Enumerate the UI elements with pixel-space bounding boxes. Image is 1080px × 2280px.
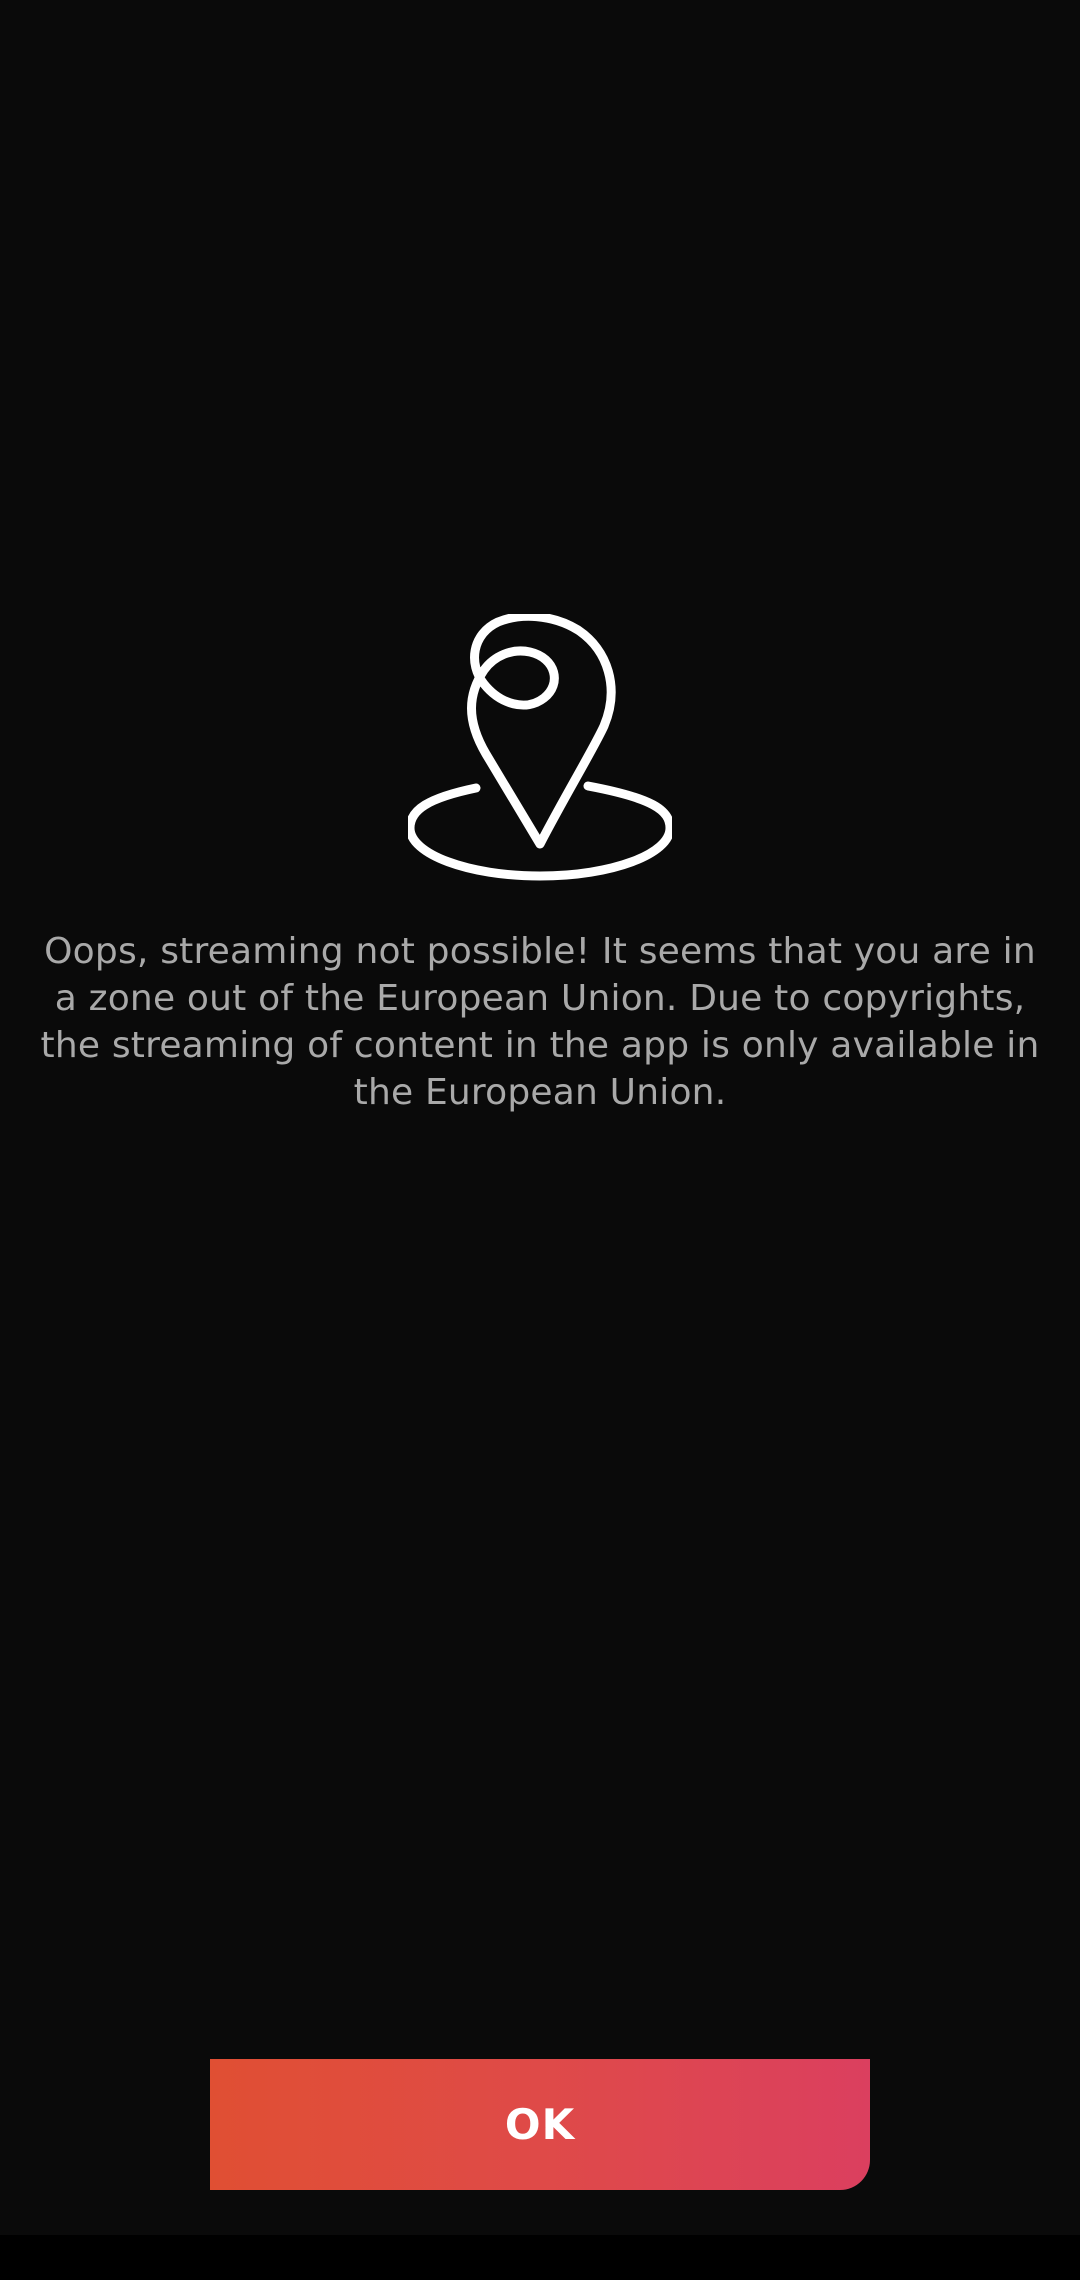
- geo-restriction-message: Oops, streaming not possible! It seems t…: [40, 931, 1040, 1113]
- ok-button[interactable]: OK: [210, 2059, 870, 2190]
- geo-block-screen: Oops, streaming not possible! It seems t…: [0, 0, 1080, 2235]
- system-navigation-bar: [0, 2235, 1080, 2280]
- location-pin-icon: [408, 614, 672, 881]
